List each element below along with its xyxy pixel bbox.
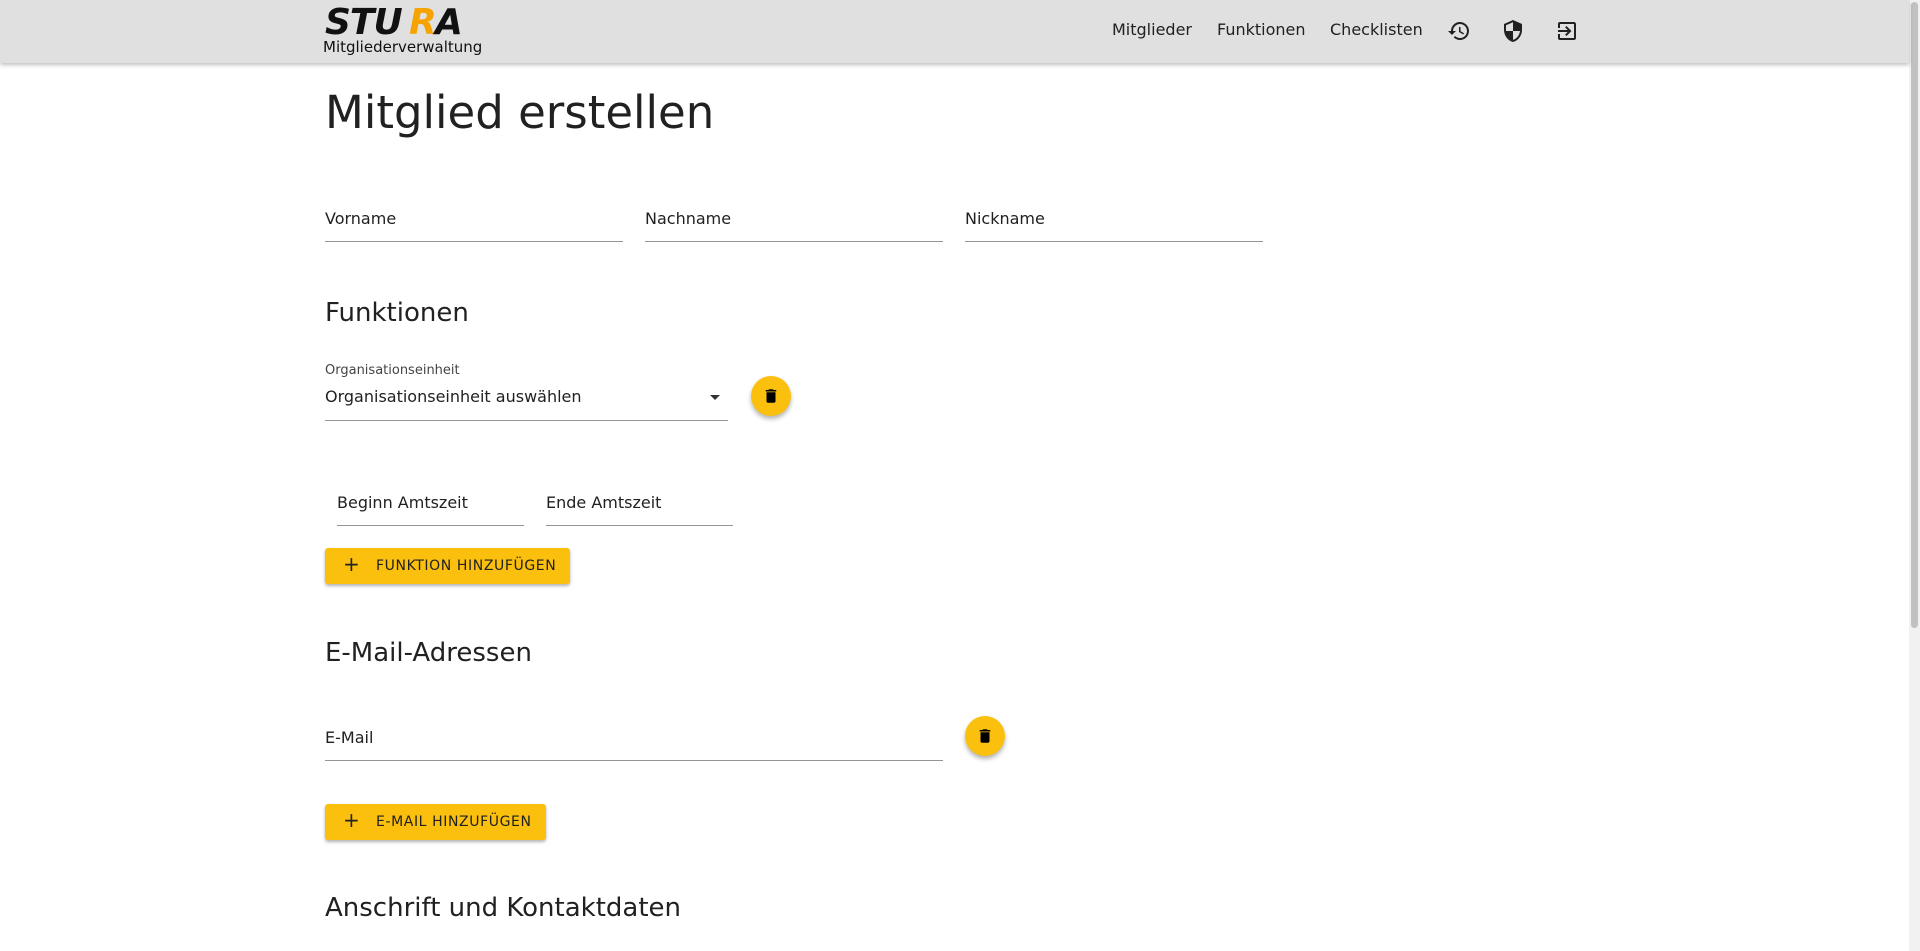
last-name-label: Nachname bbox=[645, 209, 732, 228]
stura-logo[interactable]: STU R A Mitgliederverwaltung bbox=[323, 5, 483, 57]
nickname-field[interactable]: Nickname bbox=[965, 201, 1263, 242]
page-title: Mitglied erstellen bbox=[325, 86, 715, 139]
nickname-label: Nickname bbox=[965, 209, 1045, 228]
logo-wordmark: STU R A bbox=[325, 5, 463, 39]
last-name-field[interactable]: Nachname bbox=[645, 201, 943, 242]
trash-icon bbox=[979, 729, 991, 743]
logout-icon[interactable] bbox=[1555, 19, 1579, 43]
trash-icon bbox=[765, 389, 777, 403]
svg-text:STU: STU bbox=[325, 5, 402, 39]
app-subtitle: Mitgliederverwaltung bbox=[323, 38, 483, 56]
term-start-field[interactable]: Beginn Amtszeit bbox=[337, 485, 524, 526]
chevron-down-icon[interactable] bbox=[710, 395, 720, 400]
svg-text:A: A bbox=[432, 5, 463, 39]
first-name-label: Vorname bbox=[325, 209, 397, 228]
page-scrollbar[interactable] bbox=[1909, 0, 1920, 951]
add-function-button[interactable]: + FUNKTION HINZUFÜGEN bbox=[325, 548, 570, 584]
functions-section-title: Funktionen bbox=[325, 298, 469, 328]
app-bar: STU R A Mitgliederverwaltung Mitglieder … bbox=[0, 0, 1909, 63]
delete-function-button[interactable] bbox=[751, 376, 791, 416]
address-section-title: Anschrift und Kontaktdaten bbox=[325, 893, 682, 923]
plus-icon: + bbox=[343, 808, 361, 832]
org-unit-label: Organisationseinheit bbox=[325, 363, 460, 378]
org-unit-select[interactable]: Organisationseinheit Organisationseinhei… bbox=[325, 360, 728, 421]
nav-mitglieder[interactable]: Mitglieder bbox=[1112, 20, 1192, 39]
history-icon[interactable] bbox=[1447, 19, 1471, 43]
term-end-field[interactable]: Ende Amtszeit bbox=[546, 485, 733, 526]
add-function-label: FUNKTION HINZUFÜGEN bbox=[376, 558, 557, 574]
nav-funktionen[interactable]: Funktionen bbox=[1217, 20, 1306, 39]
plus-icon: + bbox=[343, 552, 361, 576]
first-name-field[interactable]: Vorname bbox=[325, 201, 623, 242]
delete-email-button[interactable] bbox=[965, 716, 1005, 756]
email-field[interactable]: E-Mail bbox=[325, 720, 943, 761]
nav-checklisten[interactable]: Checklisten bbox=[1330, 20, 1423, 39]
org-unit-value: Organisationseinheit auswählen bbox=[325, 387, 582, 406]
add-email-button[interactable]: + E-MAIL HINZUFÜGEN bbox=[325, 804, 546, 840]
term-start-label: Beginn Amtszeit bbox=[337, 493, 468, 512]
scrollbar-thumb[interactable] bbox=[1911, 2, 1918, 628]
email-label: E-Mail bbox=[325, 728, 374, 747]
emails-section-title: E-Mail-Adressen bbox=[325, 638, 532, 668]
add-email-label: E-MAIL HINZUFÜGEN bbox=[376, 814, 532, 830]
shield-icon[interactable] bbox=[1501, 19, 1525, 43]
term-end-label: Ende Amtszeit bbox=[546, 493, 662, 512]
svg-text:R: R bbox=[409, 5, 437, 39]
